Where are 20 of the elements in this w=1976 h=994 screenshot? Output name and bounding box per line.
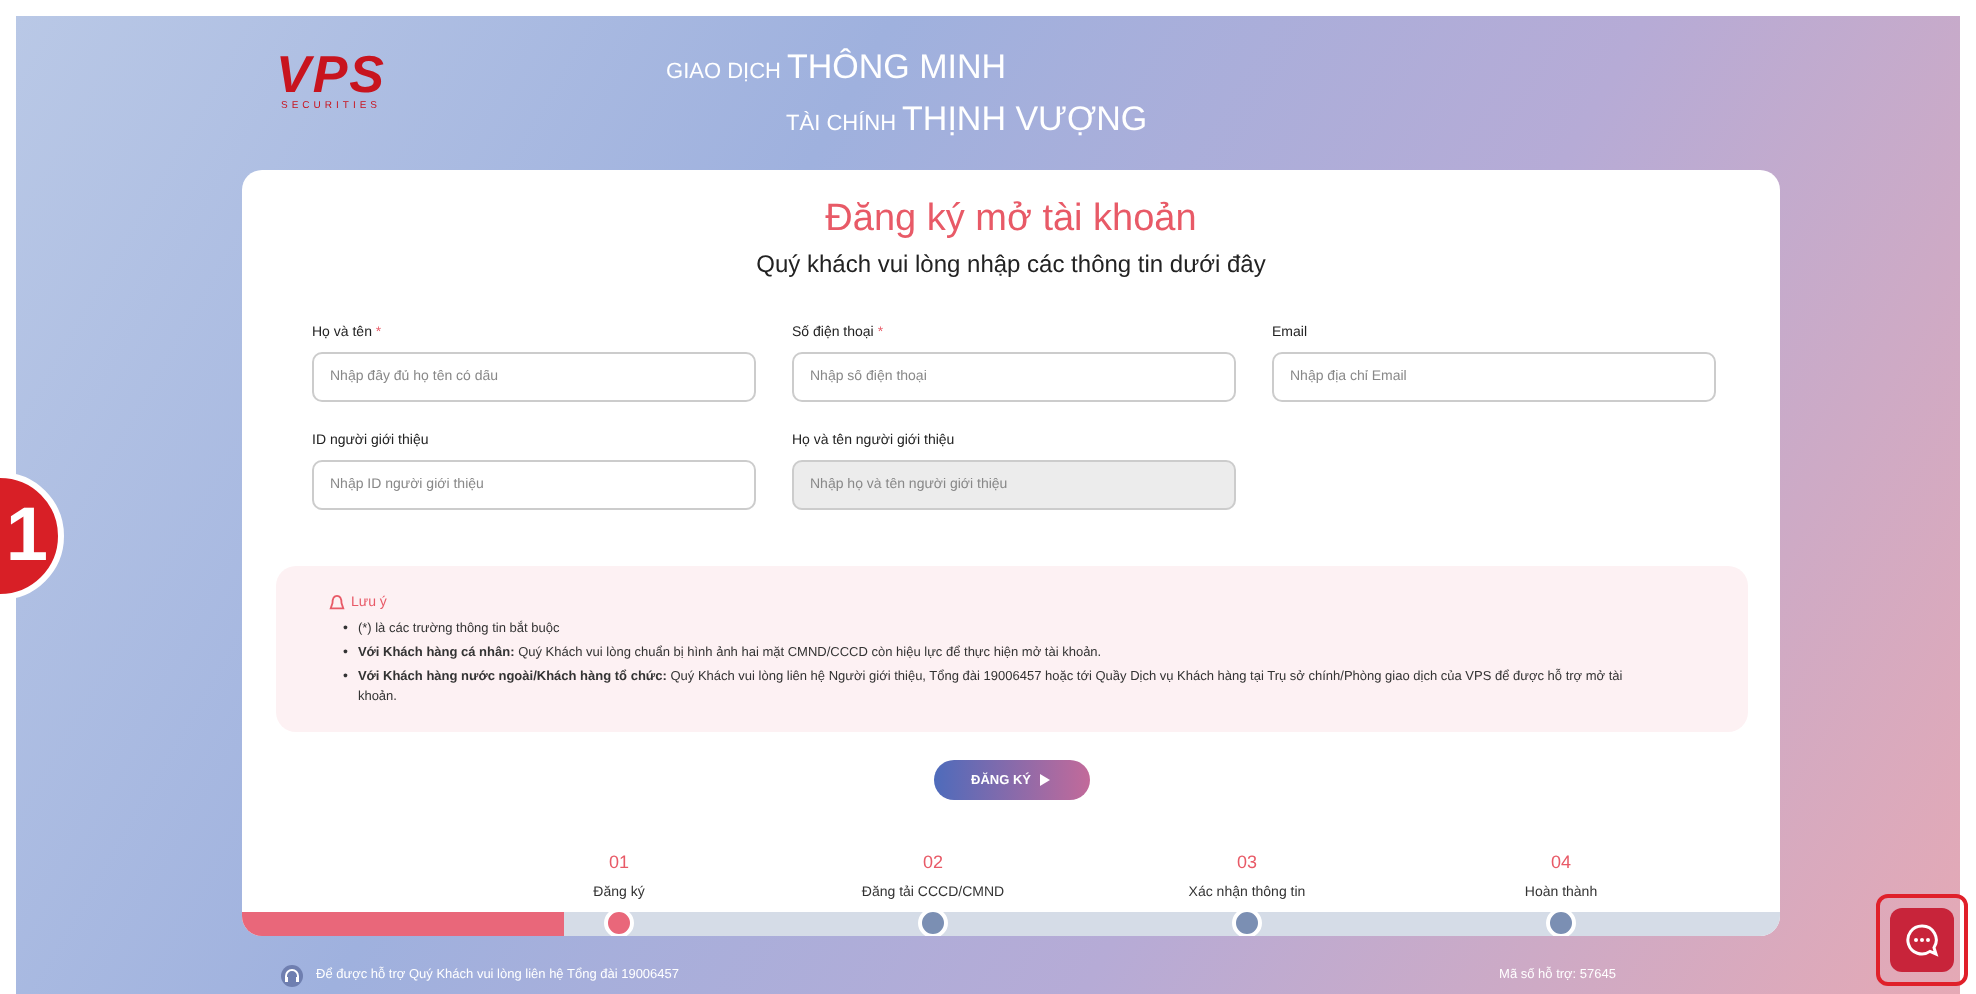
headset-icon — [280, 963, 304, 987]
step-dot[interactable] — [604, 908, 634, 936]
form-subtitle: Quý khách vui lòng nhập các thông tin dưới đây — [756, 250, 1266, 278]
step-number: 04 — [1550, 852, 1571, 872]
slogan-text: TÀI CHÍNH — [786, 112, 897, 136]
chat-icon — [1904, 922, 1940, 958]
bell-icon — [327, 594, 345, 612]
vps-logo: VPS — [276, 48, 387, 100]
step-number: 01 — [608, 852, 629, 872]
step-dot[interactable] — [918, 908, 948, 936]
slogan-text: THỊNH VƯỢNG — [902, 100, 1148, 140]
form-title: Đăng ký mở tài khoản — [825, 198, 1197, 242]
slogan-text: GIAO DỊCH — [666, 60, 781, 84]
slogan-text: THÔNG MINH — [786, 48, 1007, 88]
step-number: 02 — [922, 852, 943, 872]
step-number: 03 — [1236, 852, 1257, 872]
chat-button[interactable] — [1890, 908, 1954, 972]
step-dot[interactable] — [1232, 908, 1262, 936]
step-dot[interactable] — [1546, 908, 1576, 936]
play-icon — [1040, 774, 1051, 786]
